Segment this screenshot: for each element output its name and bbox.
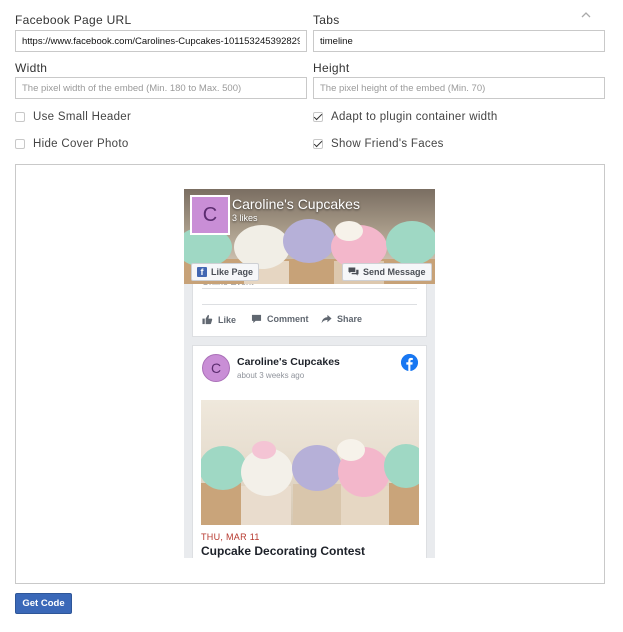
event-title[interactable]: Cupcake Decorating Contest: [201, 544, 365, 558]
comment-icon: [251, 314, 262, 324]
get-code-button[interactable]: Get Code: [15, 593, 72, 614]
page-likes-count: 3 likes: [232, 213, 258, 223]
height-label: Height: [313, 61, 350, 75]
facebook-logo-icon[interactable]: [401, 354, 418, 371]
page-plugin-embed[interactable]: Online Event Like Comment Share C Caroli…: [184, 189, 435, 558]
share-action[interactable]: Share: [321, 314, 362, 324]
event-date: THU, MAR 11: [201, 532, 260, 542]
like-action[interactable]: Like: [202, 314, 236, 325]
height-input[interactable]: [313, 77, 605, 99]
facebook-page-url-input[interactable]: [15, 30, 307, 52]
use-small-header-label: Use Small Header: [33, 111, 132, 123]
page-avatar[interactable]: C: [190, 195, 230, 235]
page-name[interactable]: Caroline's Cupcakes: [232, 196, 360, 212]
hide-cover-photo-checkbox[interactable]: [15, 139, 25, 149]
share-arrow-icon: [321, 314, 332, 324]
send-message-button[interactable]: Send Message: [342, 263, 432, 281]
post-timestamp[interactable]: about 3 weeks ago: [237, 371, 304, 380]
width-input[interactable]: [15, 77, 307, 99]
like-page-button[interactable]: f Like Page: [191, 263, 260, 281]
hide-cover-photo-label: Hide Cover Photo: [33, 138, 129, 150]
previous-post-card: Online Event Like Comment Share: [192, 277, 427, 337]
url-label: Facebook Page URL: [15, 13, 132, 27]
thumbs-up-icon: [202, 314, 213, 325]
show-friends-faces-label: Show Friend's Faces: [331, 138, 444, 150]
comment-action[interactable]: Comment: [251, 314, 309, 324]
event-post-card: C Caroline's Cupcakes about 3 weeks ago: [192, 345, 427, 558]
tabs-label: Tabs: [313, 13, 340, 27]
chevron-up-icon[interactable]: [581, 10, 591, 20]
divider: [202, 304, 417, 305]
like-label: Like: [218, 314, 237, 325]
send-message-label: Send Message: [363, 267, 426, 277]
message-icon: [348, 267, 359, 276]
comment-label: Comment: [267, 314, 309, 324]
tabs-input[interactable]: [313, 30, 605, 52]
use-small-header-option[interactable]: Use Small Header: [15, 111, 131, 123]
share-label: Share: [337, 314, 363, 324]
hide-cover-photo-option[interactable]: Hide Cover Photo: [15, 138, 129, 150]
adapt-width-checkbox[interactable]: [313, 112, 323, 122]
event-cover-image[interactable]: [201, 400, 419, 525]
post-author[interactable]: Caroline's Cupcakes: [237, 356, 340, 368]
avatar[interactable]: C: [202, 354, 230, 382]
page-cover-photo[interactable]: C Caroline's Cupcakes 3 likes f Like Pag…: [184, 189, 435, 284]
facebook-f-icon: f: [197, 267, 207, 277]
divider: [202, 288, 417, 289]
like-page-label: Like Page: [211, 267, 254, 277]
width-label: Width: [15, 61, 48, 75]
adapt-width-label: Adapt to plugin container width: [331, 111, 498, 123]
use-small-header-checkbox[interactable]: [15, 112, 25, 122]
show-friends-faces-checkbox[interactable]: [313, 139, 323, 149]
adapt-width-option[interactable]: Adapt to plugin container width: [313, 111, 498, 123]
show-friends-faces-option[interactable]: Show Friend's Faces: [313, 138, 444, 150]
